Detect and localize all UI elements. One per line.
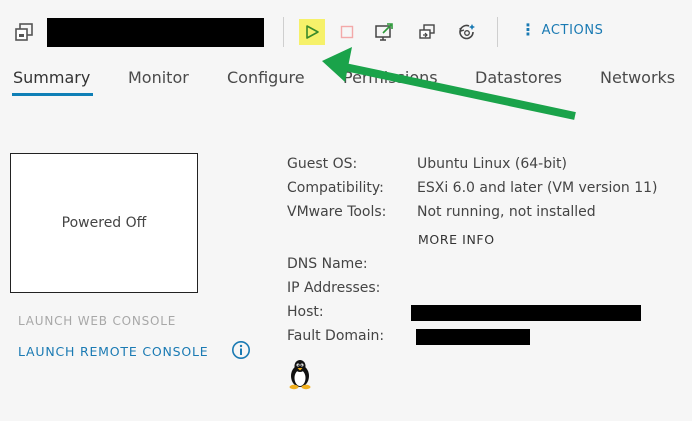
ip-addresses-label: IP Addresses: xyxy=(287,280,381,296)
power-off-icon xyxy=(340,25,354,39)
toolbar-separator-2 xyxy=(497,17,498,47)
host-value-redacted xyxy=(411,305,641,321)
launch-console-button[interactable] xyxy=(371,19,397,45)
fault-domain-label: Fault Domain: xyxy=(287,328,385,344)
actions-menu-button[interactable]: ⋮ ACTIONS xyxy=(520,22,604,38)
vm-icon xyxy=(15,23,33,41)
vmware-tools-label: VMware Tools: xyxy=(287,204,387,220)
migrate-icon xyxy=(419,24,435,39)
snapshot-button[interactable] xyxy=(454,19,480,45)
guest-os-value: Ubuntu Linux (64-bit) xyxy=(417,156,567,172)
console-preview[interactable]: Powered Off xyxy=(10,153,198,293)
actions-label: ACTIONS xyxy=(541,22,604,38)
guest-os-label: Guest OS: xyxy=(287,156,358,172)
tab-datastores[interactable]: Datastores xyxy=(475,68,562,87)
tab-summary[interactable]: Summary xyxy=(13,68,90,87)
active-tab-indicator xyxy=(12,93,93,96)
power-on-icon xyxy=(306,25,319,39)
compatibility-label: Compatibility: xyxy=(287,180,384,196)
tab-configure[interactable]: Configure xyxy=(227,68,305,87)
more-info-link[interactable]: MORE INFO xyxy=(418,232,495,247)
tab-permissions[interactable]: Permissions xyxy=(343,68,438,87)
migrate-button[interactable] xyxy=(414,19,440,45)
host-label: Host: xyxy=(287,304,324,320)
tab-monitor[interactable]: Monitor xyxy=(128,68,189,87)
power-state-text: Powered Off xyxy=(61,215,147,231)
fault-domain-value-redacted xyxy=(416,329,530,345)
launch-web-console-link[interactable]: LAUNCH WEB CONSOLE xyxy=(18,314,176,328)
vmware-tools-value: Not running, not installed xyxy=(417,204,596,220)
linux-tux-icon xyxy=(289,360,311,390)
tab-networks[interactable]: Networks xyxy=(600,68,675,87)
dns-name-label: DNS Name: xyxy=(287,256,368,272)
vm-name-redacted xyxy=(47,18,264,47)
compatibility-value: ESXi 6.0 and later (VM version 11) xyxy=(417,180,658,196)
power-on-button[interactable] xyxy=(299,19,325,45)
snapshot-icon xyxy=(459,24,475,40)
launch-remote-console-link[interactable]: LAUNCH REMOTE CONSOLE xyxy=(18,344,208,359)
power-off-button[interactable] xyxy=(334,19,360,45)
info-icon[interactable] xyxy=(231,340,251,360)
launch-console-icon xyxy=(375,23,393,41)
toolbar-separator xyxy=(283,17,284,47)
vertical-dots-icon: ⋮ xyxy=(520,20,537,39)
